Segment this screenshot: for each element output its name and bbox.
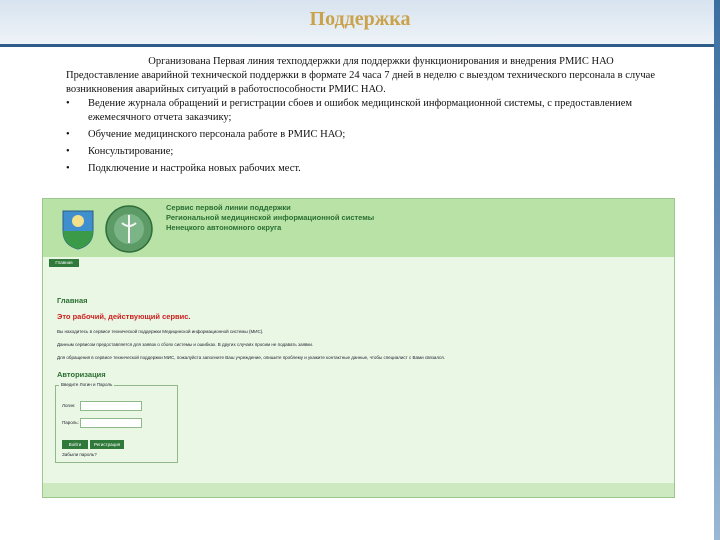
bullet-list: Ведение журнала обращений и регистрации …	[66, 97, 666, 176]
login-label: Логин:	[62, 403, 76, 408]
login-fieldset: Введите Логин и Пароль Логин: Пароль: Во…	[55, 382, 178, 463]
slide-title: Поддержка	[309, 8, 411, 30]
medical-emblem-icon	[105, 205, 153, 253]
slide-intro: Организована Первая линия техподдержки д…	[148, 56, 614, 67]
working-service-note: Это рабочий, действующий сервис.	[57, 312, 191, 321]
login-input[interactable]	[80, 401, 142, 411]
info-paragraph: Данным сервисом предоставляется для заяв…	[57, 342, 314, 347]
site-title: Сервис первой линии поддержки Региональн…	[166, 203, 375, 232]
slide-body: Организована Первая линия техподдержки д…	[66, 55, 666, 179]
site-header: Сервис первой линии поддержки Региональн…	[43, 199, 674, 257]
password-input[interactable]	[80, 418, 142, 428]
forgot-password-link[interactable]: Забыли пароль?	[62, 452, 97, 457]
title-underline	[0, 44, 720, 47]
login-legend: Введите Логин и Пароль	[59, 382, 115, 387]
bullet-item: Консультирование;	[66, 145, 666, 159]
bullet-item: Обучение медицинского персонала работе в…	[66, 128, 666, 142]
coat-of-arms-icon	[62, 210, 94, 250]
bullet-item: Подключение и настройка новых рабочих ме…	[66, 162, 666, 176]
nav-home-button[interactable]: Главная	[49, 259, 79, 267]
page-heading: Главная	[57, 296, 88, 305]
bullet-item: Ведение журнала обращений и регистрации …	[66, 97, 666, 125]
password-label: Пароль:	[62, 420, 79, 425]
right-decor-bar	[714, 0, 720, 540]
support-site-screenshot: Сервис первой линии поддержки Региональн…	[42, 198, 675, 498]
info-paragraph: Вы находитесь в сервисе технической подд…	[57, 329, 264, 334]
slide-paragraph: Предоставление аварийной технической под…	[66, 70, 655, 95]
register-button[interactable]: Регистрация	[90, 440, 124, 449]
login-button[interactable]: Войти	[62, 440, 88, 449]
info-paragraph: Для обращения в сервисе технической подд…	[57, 355, 445, 360]
auth-heading: Авторизация	[57, 370, 106, 379]
site-footer	[43, 483, 674, 497]
